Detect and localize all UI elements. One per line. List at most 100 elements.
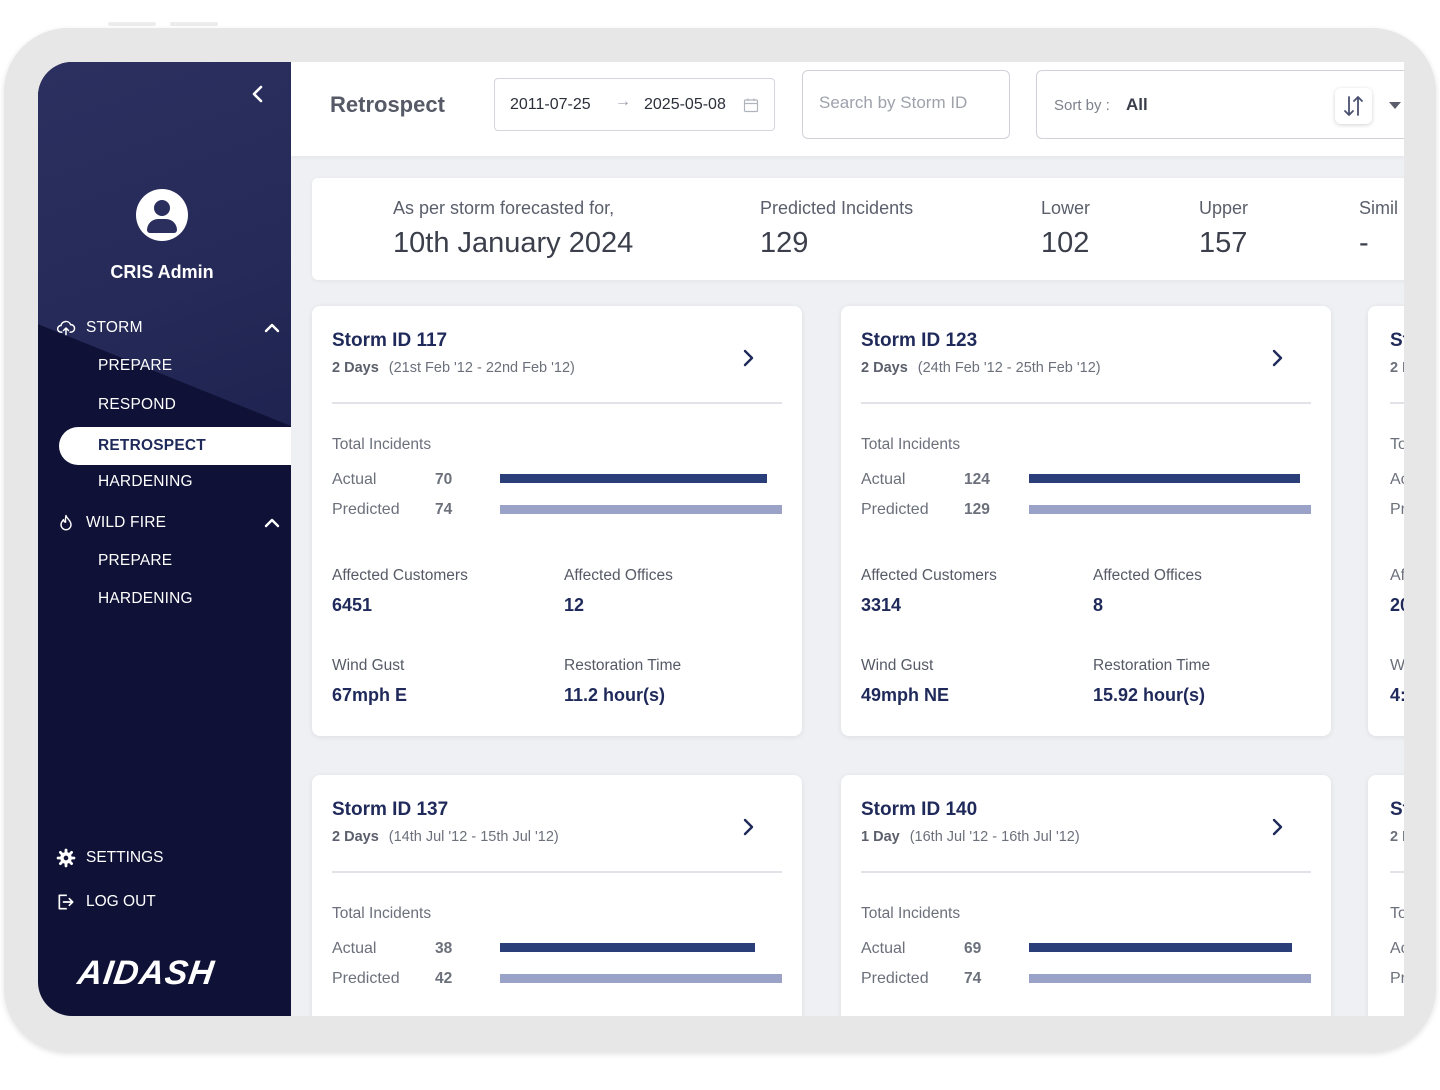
- settings-link[interactable]: SETTINGS: [56, 846, 164, 870]
- predicted-incidents-label: Predicted Incidents: [760, 198, 914, 218]
- gear-icon: [56, 848, 76, 868]
- page-title: Retrospect: [330, 92, 445, 117]
- collapse-sidebar-button[interactable]: [246, 82, 270, 106]
- actual-bar: [1029, 943, 1311, 952]
- chevron-right-icon[interactable]: [738, 817, 758, 837]
- total-incidents-label: Total Incidents: [332, 905, 432, 922]
- forecast-caption: As per storm forecasted for,: [393, 198, 615, 218]
- flame-icon: [60, 514, 72, 531]
- app-screen: CRIS Admin STORM PREPARE RESPOND RETROSP…: [38, 62, 1404, 1016]
- predicted-bar: [1029, 505, 1311, 514]
- divider: [332, 402, 782, 404]
- similar-label: Simil: [1359, 198, 1398, 218]
- predicted-label: Predicted: [861, 970, 929, 987]
- storm-dates: 2 Days (21st Feb '12 - 22nd Feb '12): [332, 360, 575, 376]
- total-incidents-label: Total Incidents: [861, 905, 961, 922]
- actual-label: Actual: [861, 471, 906, 488]
- affected-offices-label: Affected Offices: [1093, 567, 1202, 584]
- date-end: 2025-05-08: [644, 96, 726, 113]
- divider: [1390, 871, 1404, 873]
- predicted-value: 74: [435, 501, 453, 518]
- actual-label: Actual: [861, 940, 906, 957]
- chevron-right-icon[interactable]: [1267, 817, 1287, 837]
- upper-label: Upper: [1199, 198, 1249, 218]
- predicted-value: 42: [435, 970, 453, 987]
- forecast-date: 10th January 2024: [393, 227, 634, 259]
- divider: [332, 871, 782, 873]
- storm-search-field[interactable]: [802, 70, 1010, 139]
- aidash-logo: AIDASH: [75, 954, 218, 992]
- nav-wildfire-prepare[interactable]: PREPARE: [98, 552, 172, 574]
- storm-title: St: [1390, 330, 1404, 351]
- predicted-label: Pr: [1390, 970, 1404, 987]
- top-bar: Retrospect 2011-07-25 → 2025-05-08 Sort …: [291, 62, 1404, 156]
- date-range-picker[interactable]: 2011-07-25 → 2025-05-08: [494, 78, 775, 131]
- nav-group-label: WILD FIRE: [86, 514, 167, 531]
- total-incidents-label: Total Incidents: [332, 436, 432, 453]
- logout-label: LOG OUT: [86, 893, 156, 910]
- lower-bound-block: Lower 102: [1041, 198, 1090, 260]
- nav-storm-respond[interactable]: RESPOND: [98, 396, 176, 418]
- restoration-time-value: 11.2 hour(s): [564, 685, 666, 705]
- actual-bar: [500, 943, 782, 952]
- actual-label: Ac: [1390, 940, 1404, 957]
- nav-group-storm[interactable]: STORM: [56, 316, 286, 340]
- upper-bound-block: Upper 157: [1199, 198, 1248, 260]
- affected-customers-label: Af: [1390, 567, 1404, 584]
- caret-down-icon: [1389, 102, 1401, 109]
- affected-offices-value: 8: [1093, 595, 1104, 615]
- sort-dropdown[interactable]: Sort by : All: [1036, 70, 1404, 139]
- actual-value: 69: [964, 940, 982, 957]
- similar-value: -: [1359, 227, 1369, 259]
- search-input[interactable]: [819, 93, 997, 113]
- storm-title: St: [1390, 799, 1404, 820]
- forecast-date-block: As per storm forecasted for, 10th Januar…: [393, 198, 633, 260]
- sort-arrows-icon: [1344, 96, 1363, 116]
- logout-link[interactable]: LOG OUT: [56, 890, 156, 914]
- settings-label: SETTINGS: [86, 849, 164, 866]
- predicted-incidents-value: 129: [760, 227, 809, 259]
- affected-customers-value: 3314: [861, 595, 902, 615]
- restoration-time-label: Restoration Time: [1093, 657, 1211, 674]
- total-incidents-label: To: [1390, 905, 1404, 922]
- date-start: 2011-07-25: [510, 96, 591, 113]
- avatar-icon: [136, 189, 188, 241]
- nav-group-wild-fire[interactable]: WILD FIRE: [56, 511, 286, 535]
- actual-label: Actual: [332, 471, 377, 488]
- storm-card[interactable]: Storm ID 137 2 Days (14th Jul '12 - 15th …: [312, 775, 802, 1016]
- storm-dates: 2 I: [1390, 360, 1404, 376]
- storm-card-partial[interactable]: St 2 I To Ac Pr Af 20 W 4:: [1368, 306, 1404, 736]
- similar-block: Simil -: [1359, 198, 1398, 260]
- predicted-bar: [500, 974, 782, 983]
- actual-label: Actual: [332, 940, 377, 957]
- upper-value: 157: [1199, 227, 1248, 259]
- nav-storm-retrospect[interactable]: RETROSPECT: [59, 427, 291, 465]
- nav-storm-hardening[interactable]: HARDENING: [98, 473, 193, 495]
- actual-value: 38: [435, 940, 453, 957]
- storm-card-partial[interactable]: St 2 I To Ac Pr: [1368, 775, 1404, 1016]
- chevron-right-icon[interactable]: [738, 348, 758, 368]
- nav-wildfire-hardening[interactable]: HARDENING: [98, 590, 193, 612]
- affected-customers-value: 6451: [332, 595, 373, 615]
- total-incidents-label: Total Incidents: [861, 436, 961, 453]
- affected-offices-label: Affected Offices: [564, 567, 673, 584]
- predicted-bar: [500, 505, 782, 514]
- storm-dates: 2 Days (14th Jul '12 - 15th Jul '12): [332, 829, 559, 845]
- storm-title: Storm ID 137: [332, 799, 449, 820]
- chevron-left-icon: [252, 85, 263, 103]
- affected-customers-label: Affected Customers: [861, 567, 997, 584]
- nav-storm-prepare[interactable]: PREPARE: [98, 357, 172, 379]
- user-name: CRIS Admin: [110, 262, 214, 282]
- storm-card[interactable]: Storm ID 123 2 Days (24th Feb '12 - 25th …: [841, 306, 1331, 736]
- arrow-right-icon: →: [615, 93, 631, 110]
- wind-gust-label: Wind Gust: [861, 657, 934, 674]
- wind-gust-label: W: [1390, 657, 1404, 674]
- storm-card[interactable]: Storm ID 140 1 Day (16th Jul '12 - 16th J…: [841, 775, 1331, 1016]
- chevron-right-icon[interactable]: [1267, 348, 1287, 368]
- wind-gust-value: 67mph E: [332, 685, 408, 705]
- sort-order-button[interactable]: [1335, 88, 1372, 124]
- wind-gust-value: 49mph NE: [861, 685, 950, 705]
- predicted-label: Predicted: [332, 970, 400, 987]
- storm-card[interactable]: Storm ID 117 2 Days (21st Feb '12 - 22nd …: [312, 306, 802, 736]
- storm-dates: 1 Day (16th Jul '12 - 16th Jul '12): [861, 829, 1080, 845]
